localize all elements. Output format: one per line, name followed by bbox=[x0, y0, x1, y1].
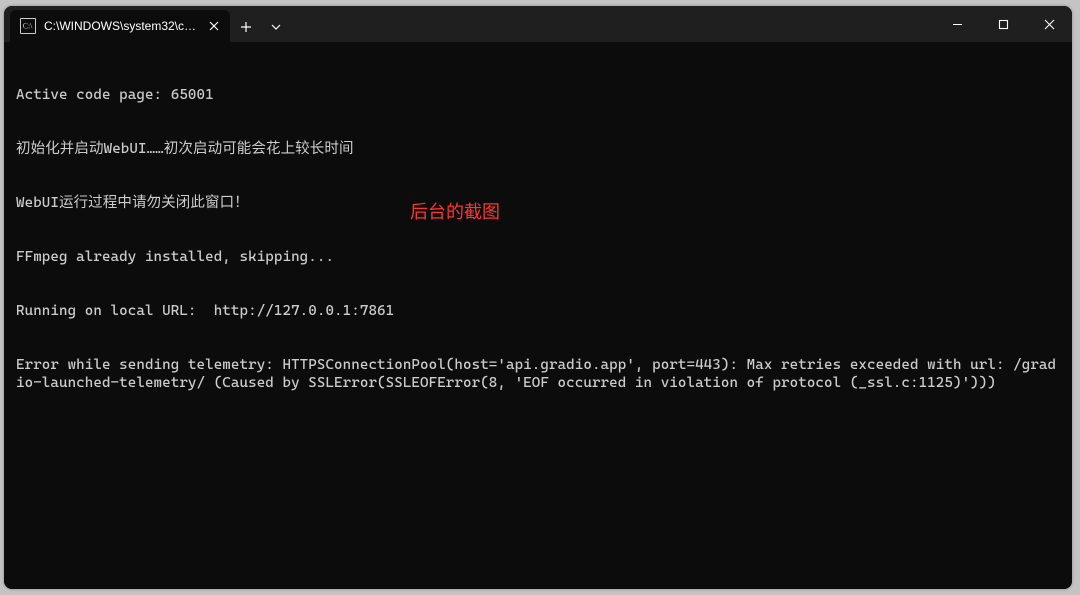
new-tab-button[interactable] bbox=[230, 12, 262, 42]
terminal-body[interactable]: Active code page: 65001 初始化并启动WebUI……初次启… bbox=[4, 42, 1072, 589]
terminal-line: Running on local URL: http://127.0.0.1:7… bbox=[16, 302, 1060, 320]
cmd-icon: C:\ bbox=[20, 18, 36, 34]
maximize-button[interactable] bbox=[980, 6, 1026, 42]
svg-text:C:\: C:\ bbox=[23, 22, 33, 31]
tab-dropdown-button[interactable] bbox=[262, 12, 290, 42]
terminal-line: FFmpeg already installed, skipping... bbox=[16, 248, 1060, 266]
terminal-window: C:\ C:\WINDOWS\system32\cmd. bbox=[4, 6, 1072, 589]
tab-strip: C:\ C:\WINDOWS\system32\cmd. bbox=[4, 6, 934, 42]
terminal-line: Error while sending telemetry: HTTPSConn… bbox=[16, 356, 1060, 392]
close-button[interactable] bbox=[1026, 6, 1072, 42]
tab-close-button[interactable] bbox=[206, 18, 222, 34]
terminal-line: WebUI运行过程中请勿关闭此窗口！ bbox=[16, 194, 1060, 212]
terminal-line: Active code page: 65001 bbox=[16, 86, 1060, 104]
active-tab[interactable]: C:\ C:\WINDOWS\system32\cmd. bbox=[10, 10, 230, 42]
terminal-line: 初始化并启动WebUI……初次启动可能会花上较长时间 bbox=[16, 140, 1060, 158]
title-bar: C:\ C:\WINDOWS\system32\cmd. bbox=[4, 6, 1072, 42]
tab-title: C:\WINDOWS\system32\cmd. bbox=[44, 19, 198, 33]
window-controls bbox=[934, 6, 1072, 42]
minimize-button[interactable] bbox=[934, 6, 980, 42]
annotation-text: 后台的截图 bbox=[410, 198, 500, 224]
